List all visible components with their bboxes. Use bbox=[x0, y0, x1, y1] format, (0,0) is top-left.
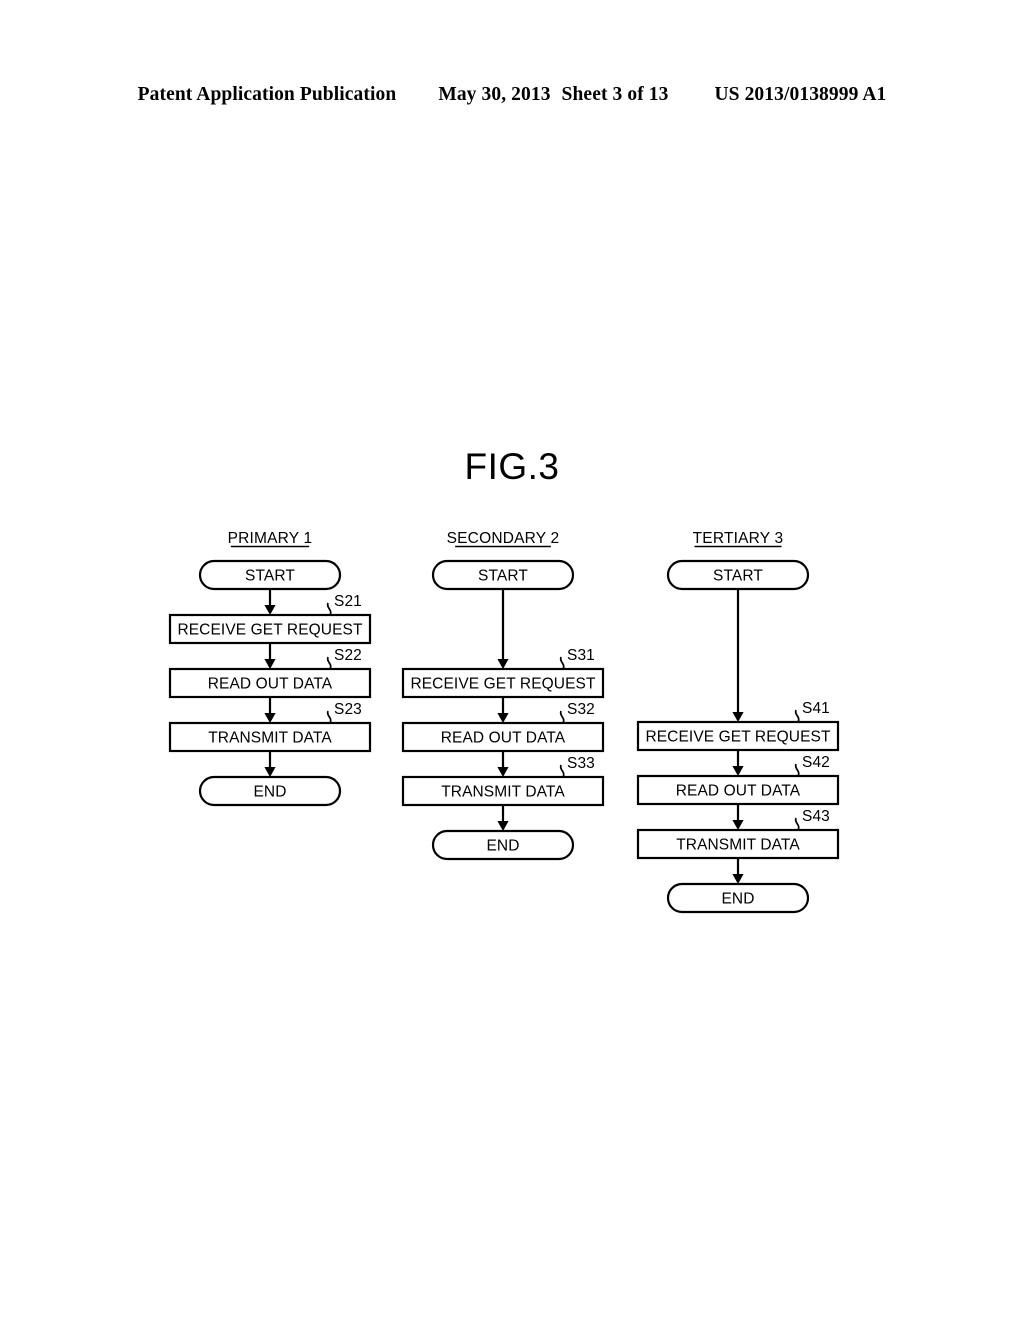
node-secondary-4: END bbox=[431, 829, 575, 861]
node-label-secondary-2: READ OUT DATA bbox=[441, 730, 566, 747]
node-label-secondary-1: RECEIVE GET REQUEST bbox=[410, 676, 596, 693]
step-label-text: S23 bbox=[334, 701, 362, 718]
step-leader-line bbox=[794, 817, 800, 831]
connector-tertiary-3 bbox=[732, 858, 744, 884]
connector-tertiary-1 bbox=[732, 750, 744, 776]
step-tag-S41: S41 bbox=[794, 700, 830, 723]
step-leader-line bbox=[326, 602, 332, 616]
step-label-text: S31 bbox=[567, 647, 595, 664]
step-leader-line bbox=[559, 764, 565, 778]
node-label-tertiary-4: END bbox=[721, 891, 754, 908]
step-leader-line bbox=[326, 710, 332, 724]
step-leader-line bbox=[326, 656, 332, 670]
connector-secondary-0 bbox=[497, 589, 509, 669]
step-label-text: S32 bbox=[567, 701, 595, 718]
node-tertiary-4: END bbox=[666, 882, 810, 914]
step-tag-S43: S43 bbox=[794, 808, 830, 831]
connector-tertiary-0 bbox=[732, 589, 744, 722]
step-label-text: S22 bbox=[334, 647, 362, 664]
node-label-tertiary-1: RECEIVE GET REQUEST bbox=[645, 729, 831, 746]
flowchart-diagram: PRIMARY 1STARTS21RECEIVE GET REQUESTS22R… bbox=[168, 530, 840, 914]
arrow-head-icon bbox=[732, 874, 744, 884]
node-label-tertiary-2: READ OUT DATA bbox=[676, 783, 801, 800]
arrow-head-icon bbox=[732, 766, 744, 776]
flow-column-tertiary: TERTIARY 3 START S41 RECEIVE GET REQUEST S42… bbox=[636, 530, 840, 914]
node-primary-0: START bbox=[198, 559, 342, 591]
column-title-secondary: SECONDARY 2 bbox=[447, 530, 560, 547]
step-tag-S22: S22 bbox=[326, 647, 362, 670]
node-label-primary-2: READ OUT DATA bbox=[208, 676, 333, 693]
node-label-secondary-0: START bbox=[478, 568, 528, 585]
column-title-tertiary: TERTIARY 3 bbox=[693, 530, 784, 547]
arrow-head-icon bbox=[264, 659, 276, 669]
connector-secondary-1 bbox=[497, 697, 509, 723]
patent-page: Patent Application Publication May 30, 2… bbox=[0, 0, 1024, 1320]
step-label-text: S43 bbox=[802, 808, 830, 825]
flow-column-primary: PRIMARY 1 START S21 RECEIVE GET REQUEST S22R… bbox=[168, 530, 372, 807]
step-leader-line bbox=[559, 656, 565, 670]
step-label-text: S42 bbox=[802, 754, 830, 771]
step-tag-S33: S33 bbox=[559, 755, 595, 778]
connector-primary-3 bbox=[264, 751, 276, 777]
connector-primary-1 bbox=[264, 643, 276, 669]
node-label-tertiary-0: START bbox=[713, 568, 763, 585]
node-label-tertiary-3: TRANSMIT DATA bbox=[676, 837, 800, 854]
node-label-primary-3: TRANSMIT DATA bbox=[208, 730, 332, 747]
node-tertiary-0: START bbox=[666, 559, 810, 591]
step-tag-S42: S42 bbox=[794, 754, 830, 777]
node-primary-4: END bbox=[198, 775, 342, 807]
node-label-secondary-4: END bbox=[486, 838, 519, 855]
step-tag-S31: S31 bbox=[559, 647, 595, 670]
arrow-head-icon bbox=[497, 821, 509, 831]
node-label-primary-4: END bbox=[253, 784, 286, 801]
arrow-head-icon bbox=[497, 659, 509, 669]
arrow-head-icon bbox=[264, 605, 276, 615]
step-leader-line bbox=[559, 710, 565, 724]
flow-column-secondary: SECONDARY 2 START S31 RECEIVE GET REQUEST S3… bbox=[401, 530, 605, 861]
step-tag-S32: S32 bbox=[559, 701, 595, 724]
step-label-text: S21 bbox=[334, 593, 362, 610]
connector-secondary-3 bbox=[497, 805, 509, 831]
node-label-primary-1: RECEIVE GET REQUEST bbox=[177, 622, 363, 639]
connector-secondary-2 bbox=[497, 751, 509, 777]
arrow-head-icon bbox=[497, 713, 509, 723]
arrow-head-icon bbox=[497, 767, 509, 777]
step-label-text: S33 bbox=[567, 755, 595, 772]
step-leader-line bbox=[794, 709, 800, 723]
step-label-text: S41 bbox=[802, 700, 830, 717]
connector-tertiary-2 bbox=[732, 804, 744, 830]
step-tag-S23: S23 bbox=[326, 701, 362, 724]
connector-primary-0 bbox=[264, 589, 276, 615]
node-secondary-0: START bbox=[431, 559, 575, 591]
arrow-head-icon bbox=[264, 767, 276, 777]
node-label-primary-0: START bbox=[245, 568, 295, 585]
column-title-primary: PRIMARY 1 bbox=[228, 530, 313, 547]
connector-primary-2 bbox=[264, 697, 276, 723]
arrow-head-icon bbox=[732, 820, 744, 830]
step-leader-line bbox=[794, 763, 800, 777]
node-label-secondary-3: TRANSMIT DATA bbox=[441, 784, 565, 801]
arrow-head-icon bbox=[264, 713, 276, 723]
step-tag-S21: S21 bbox=[326, 593, 362, 616]
arrow-head-icon bbox=[732, 712, 744, 722]
